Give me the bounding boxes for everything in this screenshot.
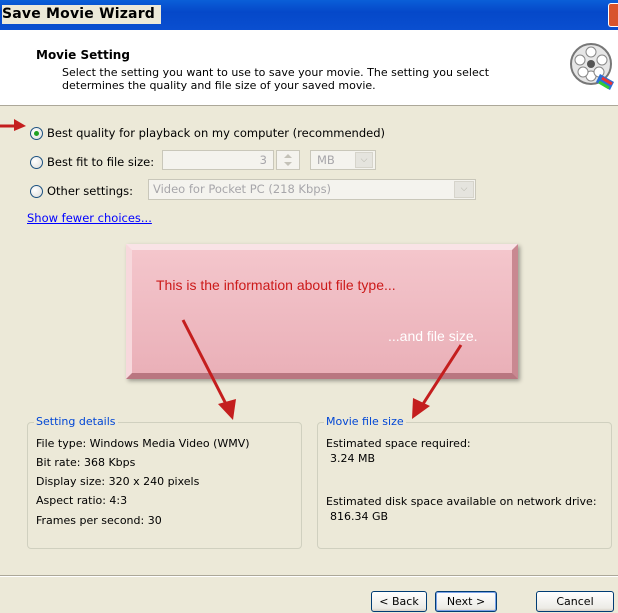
estimated-space-label: Estimated space required: <box>326 437 471 450</box>
red-arrow-icon <box>0 119 26 131</box>
unit-value: MB <box>317 153 335 167</box>
next-button[interactable]: Next > <box>435 591 497 612</box>
chevron-down-icon[interactable]: ⌵ <box>355 152 373 168</box>
file-size-stepper[interactable] <box>276 150 300 170</box>
option-best-quality[interactable]: Best quality for playback on my computer… <box>30 126 385 140</box>
page-title: Movie Setting <box>36 48 130 62</box>
best-fit-label: Best fit to file size: <box>47 155 155 169</box>
back-button[interactable]: < Back <box>371 591 427 612</box>
disk-space-label: Estimated disk space available on networ… <box>326 495 597 508</box>
estimated-space-value: 3.24 MB <box>330 452 376 465</box>
file-size-input[interactable]: 3 <box>162 150 274 170</box>
title-bar: Save Movie Wizard <box>0 0 618 30</box>
other-settings-value: Video for Pocket PC (218 Kbps) <box>153 182 332 196</box>
page-description: Select the setting you want to use to sa… <box>62 66 490 92</box>
setting-details-group: Setting details File type: Windows Media… <box>27 415 302 549</box>
best-quality-label: Best quality for playback on my computer… <box>47 126 386 140</box>
film-reel-icon <box>570 43 614 90</box>
chevron-down-icon[interactable]: ⌵ <box>454 181 474 198</box>
stepper-arrows-icon <box>284 154 292 166</box>
arrow-head-file-type <box>218 399 236 420</box>
option-best-fit[interactable]: Best fit to file size: <box>30 155 154 169</box>
bottom-divider <box>0 575 618 577</box>
show-fewer-choices-link[interactable]: Show fewer choices... <box>27 211 152 225</box>
other-settings-radio[interactable] <box>30 184 43 198</box>
bit-rate-text: Bit rate: 368 Kbps <box>36 456 136 469</box>
option-other-settings[interactable]: Other settings: <box>30 184 133 198</box>
arrow-head-file-size <box>412 398 430 419</box>
disk-space-value: 816.34 GB <box>330 510 389 523</box>
callout-text-file-size: ...and file size. <box>388 328 478 344</box>
display-size-text: Display size: 320 x 240 pixels <box>36 475 200 488</box>
annotation-callout: This is the information about file type.… <box>126 244 518 379</box>
best-quality-radio[interactable] <box>30 126 43 140</box>
window-title: Save Movie Wizard <box>2 5 162 24</box>
movie-file-size-group: Movie file size Estimated space required… <box>317 415 612 549</box>
cancel-button[interactable]: Cancel <box>536 591 614 612</box>
aspect-ratio-text: Aspect ratio: 4:3 <box>36 494 128 507</box>
other-settings-select[interactable]: Video for Pocket PC (218 Kbps) <box>148 179 476 200</box>
file-type-text: File type: Windows Media Video (WMV) <box>36 437 250 450</box>
movie-file-size-legend: Movie file size <box>324 415 406 428</box>
close-button[interactable] <box>608 3 618 27</box>
fps-text: Frames per second: 30 <box>36 514 162 527</box>
best-fit-radio[interactable] <box>30 155 43 169</box>
callout-text-file-type: This is the information about file type.… <box>156 277 396 293</box>
wizard-header: Movie Setting Select the setting you wan… <box>0 30 618 106</box>
other-settings-label: Other settings: <box>47 184 134 198</box>
setting-details-legend: Setting details <box>34 415 118 428</box>
